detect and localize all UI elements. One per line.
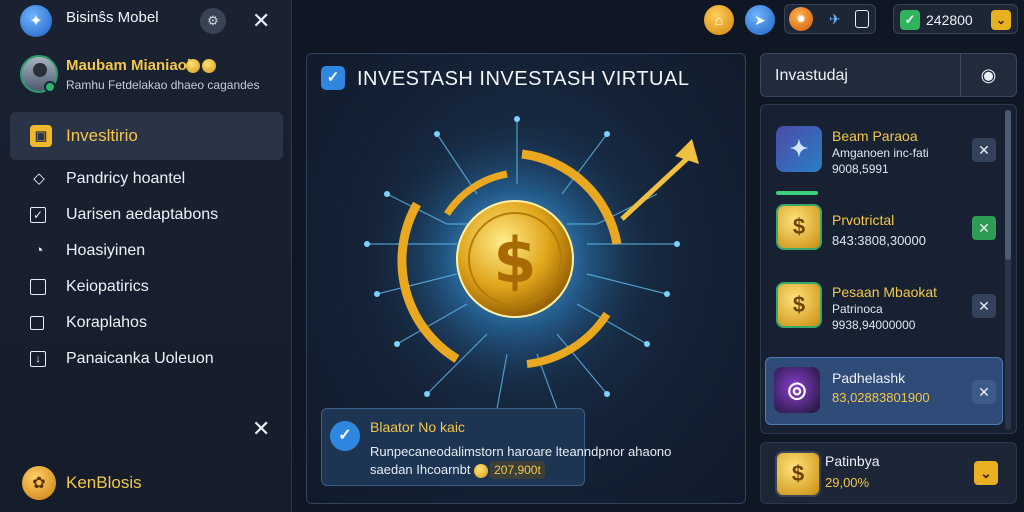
vortex-icon: ◎ — [774, 367, 820, 413]
info-text: Runpecaneodalimstorn haroare lteanndpnor… — [370, 443, 690, 479]
summary-value: 29,00% — [825, 475, 870, 490]
footer-label[interactable]: KenBlosis — [66, 473, 142, 493]
square-icon — [30, 316, 44, 330]
sidebar-item-5[interactable]: Koraplahos — [30, 311, 280, 335]
list-item[interactable]: $ Prvotrictal 843:3808,30000 ✕ — [770, 198, 1002, 260]
list-item-name: Padhelashk — [832, 370, 906, 386]
investment-card: ✓ INVESTASH INVESTASH VIRTUAL $ ✓ Blaato… — [306, 53, 746, 504]
coin-graphic: $ — [364, 109, 699, 410]
home-icon[interactable]: ⌂ — [704, 5, 734, 35]
diamond-icon: ◇ — [33, 170, 45, 187]
page-title: INVESTASH INVESTASH VIRTUAL — [357, 68, 690, 90]
sidebar-item-label: Invesltirio — [66, 126, 138, 145]
list-item-value: 9938,94000000 — [832, 318, 916, 332]
sidebar-item-label: Uarisen aedaptabons — [66, 206, 219, 223]
chevron-down-icon[interactable]: ⌄ — [991, 10, 1011, 30]
sidebar-item-investment[interactable]: ▣ Invesltirio — [10, 112, 283, 160]
sidebar-item-1[interactable]: ◇ Pandricy hoantel — [30, 167, 280, 191]
search-box[interactable]: Invastudaj ◉ — [760, 53, 1017, 97]
sidebar-item-label: Hoasiyinen — [66, 242, 146, 259]
sidebar-item-label: Pandricy hoantel — [66, 170, 186, 187]
profile-name: Maubam Mianiaoi — [66, 57, 192, 74]
sidebar-item-6[interactable]: ↓ Panaicanka Uoleuon — [30, 347, 280, 371]
check-icon[interactable]: ✓ — [321, 66, 345, 90]
balance-value: 242800 — [926, 12, 973, 28]
dollar-coin-icon: $ — [775, 451, 821, 497]
info-amount: 207,900t — [490, 461, 545, 479]
summary-card[interactable]: $ Patinbya 29,00% ⌄ — [760, 442, 1017, 504]
sparkle-logo-icon: ✦ — [20, 5, 52, 37]
list-item-value: 843:3808,30000 — [832, 233, 926, 248]
list-item-name: Beam Paraoa — [832, 128, 918, 144]
list-item[interactable]: $ Pesaan Mbaokat Patrinoca 9938,94000000… — [770, 276, 1002, 338]
brand-title: Bisinŝs Mobel — [66, 9, 159, 26]
list-item[interactable]: ✦ Beam Paraoa Amganoen inc-fati 9008,599… — [770, 120, 1002, 182]
list-item-sub: Patrinoca — [832, 302, 883, 316]
search-label: Invastudaj — [775, 67, 848, 84]
summary-name: Patinbya — [825, 453, 880, 469]
sidebar-item-3[interactable]: ◔ Hoasiyinen — [30, 239, 280, 263]
notifications-pill[interactable]: ✹ ✈ — [784, 4, 876, 34]
scrollbar-thumb[interactable] — [1005, 110, 1011, 260]
bird-icon: ✦ — [776, 126, 822, 172]
download-icon: ↓ — [30, 351, 46, 367]
list-item-sub: Amganoen inc-fati — [832, 146, 929, 160]
sidebar-item-label: Panaicanka Uoleuon — [66, 350, 214, 367]
info-title: Blaator No kaic — [370, 419, 465, 435]
dollar-coin-icon: $ — [776, 282, 822, 328]
balance-pill[interactable]: ✓ 242800 ⌄ — [893, 4, 1018, 34]
close-icon[interactable]: ✕ — [252, 10, 270, 32]
device-icon — [855, 10, 869, 28]
close-icon[interactable]: ✕ — [252, 418, 270, 440]
remove-button[interactable]: ✕ — [972, 138, 996, 162]
list-item-name: Prvotrictal — [832, 212, 895, 228]
sidebar-item-label: Koraplahos — [66, 314, 147, 331]
square-icon — [30, 279, 46, 295]
list-item-name: Pesaan Mbaokat — [832, 284, 938, 300]
clock-icon: ◔ — [34, 242, 44, 259]
chevron-down-icon[interactable]: ⌄ — [974, 461, 998, 485]
check-circle-icon: ✓ — [330, 421, 360, 451]
list-item-value: 83,02883801900 — [832, 390, 930, 405]
sidebar-item-2[interactable]: ✓ Uarisen aedaptabons — [30, 203, 280, 227]
gear-coin-icon: ✿ — [22, 466, 56, 500]
remove-button[interactable]: ✕ — [972, 294, 996, 318]
online-badge-icon — [44, 81, 56, 93]
list-item-value: 9008,5991 — [832, 162, 889, 176]
plane-icon: ✈ — [829, 11, 841, 27]
coin-icon — [474, 463, 489, 478]
coin-icons — [186, 57, 218, 73]
coin-icon — [186, 58, 200, 73]
list-item-selected[interactable]: ◎ Padhelashk 83,02883801900 ✕ — [765, 357, 1003, 425]
profile-subtitle: Ramhu Fetdelakao dhaeo cagandes — [66, 78, 260, 92]
sidebar-item-4[interactable]: Keiopatirics — [30, 275, 280, 299]
checkbox-icon: ✓ — [30, 207, 46, 223]
sidebar-item-label: Keiopatirics — [66, 278, 149, 295]
remove-button[interactable]: ✕ — [972, 380, 996, 404]
dollar-coin-icon: $ — [776, 204, 822, 250]
coin-icon — [202, 58, 216, 73]
send-icon[interactable]: ➤ — [745, 5, 775, 35]
dollar-glyph: $ — [493, 224, 536, 297]
divider — [776, 191, 818, 195]
sidebar: ✦ Bisinŝs Mobel ⚙ ✕ Maubam Mianiaoi Ramh… — [0, 0, 292, 512]
info-box[interactable]: ✓ Blaator No kaic Runpecaneodalimstorn h… — [321, 408, 671, 486]
briefcase-icon: ▣ — [30, 125, 52, 147]
remove-button[interactable]: ✕ — [972, 216, 996, 240]
check-icon: ✓ — [900, 10, 920, 30]
rocket-icon: ✹ — [789, 7, 813, 31]
camera-icon[interactable]: ◉ — [960, 54, 1016, 96]
settings-icon[interactable]: ⚙ — [200, 8, 226, 34]
